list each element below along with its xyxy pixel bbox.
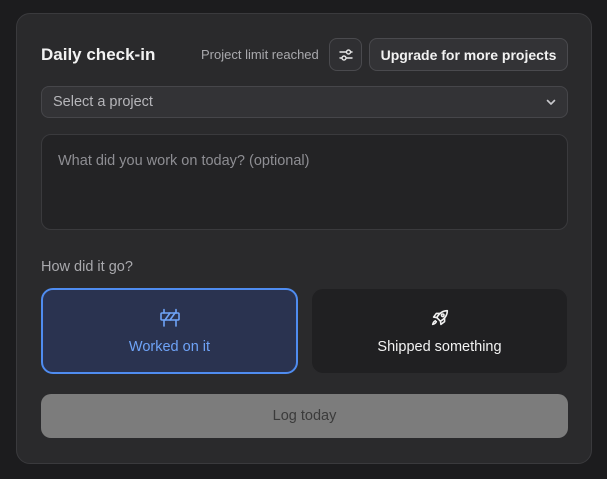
rocket-icon <box>429 307 451 329</box>
barrier-icon <box>159 307 181 329</box>
checkin-card: Daily check-in Project limit reached Upg… <box>16 13 592 464</box>
notes-textarea[interactable] <box>41 134 568 230</box>
option-label: Worked on it <box>128 339 211 355</box>
option-worked-on-it[interactable]: Worked on it <box>41 288 298 374</box>
chevron-down-icon <box>546 99 556 105</box>
outcome-question: How did it go? <box>41 259 133 275</box>
settings-button[interactable] <box>329 38 362 71</box>
option-shipped-something[interactable]: Shipped something <box>311 288 568 374</box>
project-limit-text: Project limit reached <box>201 47 319 62</box>
project-select[interactable]: Select a project <box>41 86 568 118</box>
log-today-button[interactable]: Log today <box>41 394 568 438</box>
option-label: Shipped something <box>377 339 502 355</box>
upgrade-button[interactable]: Upgrade for more projects <box>369 38 568 71</box>
project-select-value: Select a project <box>53 94 153 110</box>
card-title: Daily check-in <box>41 45 156 64</box>
sliders-icon <box>338 48 353 61</box>
